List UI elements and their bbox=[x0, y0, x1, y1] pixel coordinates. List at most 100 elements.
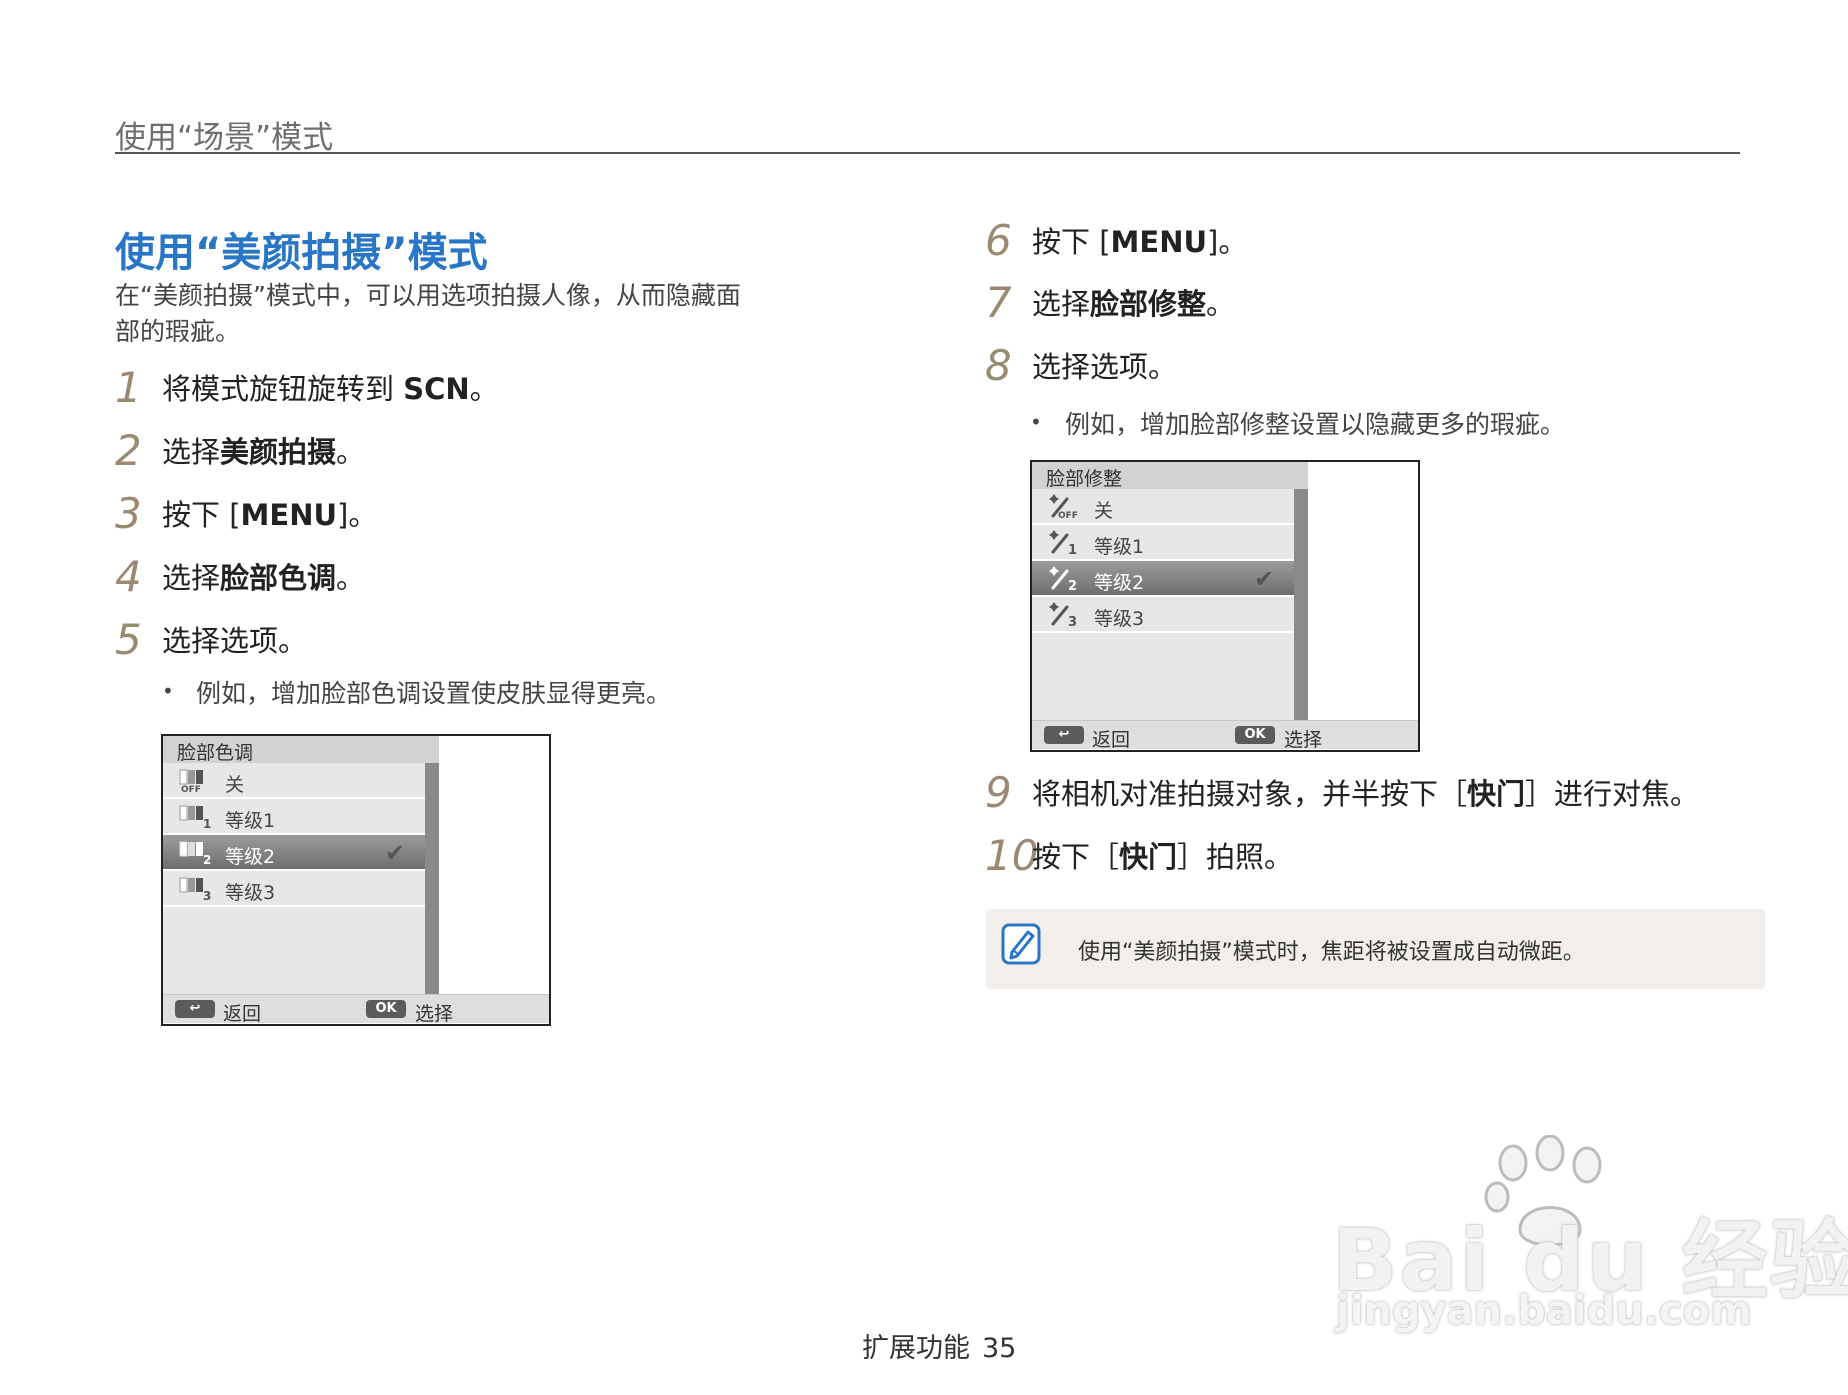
scrollbar[interactable] bbox=[425, 763, 439, 994]
back-label: 返回 bbox=[1092, 729, 1131, 751]
step-number: 5 bbox=[115, 615, 142, 664]
intro-line-2: 部的瑕疵。 bbox=[115, 317, 241, 346]
option-row[interactable]: 3 等级3 bbox=[1032, 597, 1294, 633]
checkmark-icon: ✔ bbox=[1254, 565, 1275, 593]
note-pencil-icon bbox=[1000, 922, 1044, 970]
screen-title: 脸部修整 bbox=[1046, 468, 1123, 490]
section-intro: 在“美颜拍摄”模式中，可以用选项拍摄人像，从而隐藏面 部的瑕疵。 bbox=[115, 278, 855, 350]
step-text-bold: 脸部色调 bbox=[220, 561, 337, 595]
header-divider bbox=[115, 152, 1740, 154]
tone-level1-icon: 1 bbox=[179, 803, 213, 831]
step-text-bold: 快门 bbox=[1467, 777, 1526, 811]
option-label: 等级2 bbox=[225, 846, 276, 868]
svg-text:2: 2 bbox=[1068, 579, 1077, 591]
step-text-bold: 脸部修整 bbox=[1090, 287, 1207, 321]
option-label: 关 bbox=[225, 774, 245, 796]
tone-level3-icon: 3 bbox=[179, 875, 213, 903]
step-text-bold: SCN bbox=[403, 372, 470, 406]
retouch-level3-icon: 3 bbox=[1048, 601, 1082, 630]
option-label: 关 bbox=[1094, 500, 1114, 522]
step-text: 选择美颜拍摄。 bbox=[162, 438, 365, 467]
step-number: 8 bbox=[985, 341, 1012, 390]
step-number: 2 bbox=[115, 426, 142, 475]
option-label: 等级1 bbox=[1094, 536, 1145, 558]
step-text: 按下 [MENU]。 bbox=[162, 501, 377, 530]
page-footer: 扩展功能 35 bbox=[862, 1326, 1016, 1365]
step-text: 选择选项。 bbox=[1032, 353, 1177, 382]
scrollbar[interactable] bbox=[1294, 489, 1308, 720]
svg-text:3: 3 bbox=[203, 889, 211, 901]
back-key-icon[interactable]: ↩ bbox=[1044, 726, 1084, 744]
option-row[interactable]: 3 等级3 bbox=[163, 871, 425, 907]
step-number: 10 bbox=[985, 831, 1039, 880]
svg-text:2: 2 bbox=[203, 853, 211, 865]
option-row[interactable]: 1 等级1 bbox=[163, 799, 425, 835]
section-title: 使用“美颜拍摄”模式 bbox=[115, 230, 488, 276]
option-label: 等级3 bbox=[225, 882, 276, 904]
step-text: 选择脸部色调。 bbox=[162, 564, 365, 593]
bullet-left: 例如，增加脸部色调设置使皮肤显得更亮。 bbox=[196, 679, 672, 708]
step-text-plain: 将模式旋钮旋转到 bbox=[162, 372, 404, 406]
option-label: 等级3 bbox=[1094, 608, 1145, 630]
step-text-plain: 按下 [ bbox=[1032, 225, 1111, 259]
option-list: OFF 关 1 等级1 2 等级2 ✔ 3 等级3 bbox=[163, 763, 425, 994]
svg-text:1: 1 bbox=[203, 817, 211, 829]
step-text-plain: 。 bbox=[336, 435, 366, 469]
bullet-right: 例如，增加脸部修整设置以隐藏更多的瑕疵。 bbox=[1065, 410, 1566, 439]
note-text: 使用“美颜拍摄”模式时，焦距将被设置成自动微距。 bbox=[1078, 940, 1585, 965]
back-key-icon[interactable]: ↩ bbox=[175, 1000, 215, 1018]
page-number: 35 bbox=[982, 1333, 1017, 1364]
step-text-plain: 。 bbox=[1206, 287, 1236, 321]
retouch-off-icon: OFF bbox=[1048, 493, 1082, 521]
option-label: 等级1 bbox=[225, 810, 276, 832]
option-row[interactable]: OFF 关 bbox=[163, 763, 425, 799]
svg-text:3: 3 bbox=[1068, 615, 1077, 627]
step-text-plain: 按下 [ bbox=[162, 498, 241, 532]
option-row[interactable]: OFF 关 bbox=[1032, 489, 1294, 525]
screen-footer: ↩ 返回 OK 选择 bbox=[163, 994, 549, 1024]
step-text-plain: 。 bbox=[469, 372, 499, 406]
intro-line-1: 在“美颜拍摄”模式中，可以用选项拍摄人像，从而隐藏面 bbox=[115, 281, 741, 310]
step-text-plain: ]。 bbox=[1207, 225, 1248, 259]
step-text-plain: 选择 bbox=[1032, 287, 1091, 321]
step-text-bold: 美颜拍摄 bbox=[220, 435, 337, 469]
step-text-plain: ]。 bbox=[337, 498, 378, 532]
checkmark-icon: ✔ bbox=[385, 839, 406, 867]
bullet-dot: • bbox=[162, 679, 174, 703]
bullet-dot: • bbox=[1030, 410, 1042, 434]
screen-title: 脸部色调 bbox=[177, 742, 254, 764]
screen-face-retouch: 脸部修整 OFF 关 1 等级1 2 等级2 ✔ 3 等级3 ↩ 返回 OK 选择 bbox=[1030, 460, 1420, 752]
step-text-plain: 按下［ bbox=[1032, 840, 1120, 874]
step-number: 3 bbox=[115, 489, 142, 538]
svg-text:1: 1 bbox=[1068, 543, 1077, 555]
step-text: 选择脸部修整。 bbox=[1032, 290, 1235, 319]
step-text-plain: 选择选项。 bbox=[1032, 350, 1178, 384]
ok-key-icon[interactable]: OK bbox=[366, 1000, 406, 1018]
step-text-plain: 选择 bbox=[162, 435, 221, 469]
tone-level2-icon: 2 bbox=[179, 839, 213, 867]
svg-text:OFF: OFF bbox=[181, 785, 201, 793]
step-text-plain: ］进行对焦。 bbox=[1525, 777, 1700, 811]
ok-key-icon[interactable]: OK bbox=[1235, 726, 1275, 744]
step-text-bold: MENU bbox=[1110, 225, 1208, 259]
step-number: 6 bbox=[985, 216, 1012, 265]
watermark-url: jingyan.baidu.com bbox=[1336, 1288, 1752, 1334]
option-row[interactable]: 2 等级2 ✔ bbox=[163, 835, 425, 871]
option-row[interactable]: 1 等级1 bbox=[1032, 525, 1294, 561]
option-row[interactable]: 2 等级2 ✔ bbox=[1032, 561, 1294, 597]
screen-footer: ↩ 返回 OK 选择 bbox=[1032, 720, 1418, 751]
step-text-bold: MENU bbox=[240, 498, 338, 532]
option-label: 等级2 bbox=[1094, 572, 1145, 594]
retouch-level1-icon: 1 bbox=[1048, 529, 1082, 558]
step-text: 选择选项。 bbox=[162, 627, 307, 656]
tone-off-icon: OFF bbox=[179, 767, 213, 795]
step-text-plain: 选择选项。 bbox=[162, 624, 308, 658]
retouch-level2-icon: 2 bbox=[1048, 565, 1082, 594]
step-text: 按下 [MENU]。 bbox=[1032, 228, 1247, 257]
step-text: 按下［快门］拍照。 bbox=[1032, 843, 1293, 872]
svg-text:OFF: OFF bbox=[1058, 511, 1078, 519]
screen-title-bar: 脸部色调 bbox=[163, 736, 439, 764]
step-text: 将模式旋钮旋转到 SCN。 bbox=[162, 375, 499, 404]
footer-section: 扩展功能 bbox=[862, 1333, 970, 1364]
step-text-plain: 。 bbox=[336, 561, 366, 595]
